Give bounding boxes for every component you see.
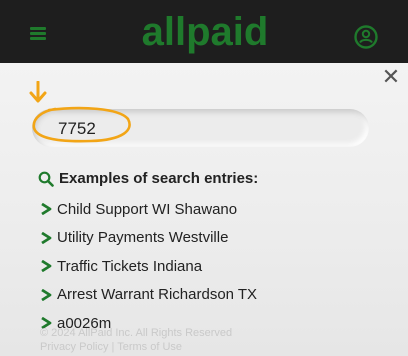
example-item-label: Traffic Tickets Indiana xyxy=(57,257,203,275)
svg-text:allpaid: allpaid xyxy=(142,10,269,54)
example-item-arrest-warrant[interactable]: Arrest Warrant Richardson TX xyxy=(40,281,257,310)
allpaid-logo[interactable]: allpaid xyxy=(95,5,315,57)
footer-line-1: © 2024 AllPaid Inc. All Rights Reserved xyxy=(40,327,233,339)
example-item-utility-payments[interactable]: Utility Payments Westville xyxy=(40,224,257,253)
search-panel: ✕ Examples of search entries: Child Supp… xyxy=(0,63,408,356)
arrow-down-annotation-icon xyxy=(29,81,47,103)
footer-copyright: © 2024 AllPaid Inc. All Rights Reserved … xyxy=(40,326,380,354)
top-navigation-bar: allpaid xyxy=(0,0,408,63)
chevron-right-icon xyxy=(41,231,52,244)
examples-heading-text: Examples of search entries: xyxy=(59,170,259,187)
highlight-circle-annotation xyxy=(32,106,131,143)
chevron-right-icon xyxy=(41,288,52,301)
hamburger-menu-icon[interactable] xyxy=(30,27,46,40)
example-item-label: Utility Payments Westville xyxy=(57,229,229,247)
example-item-label: Arrest Warrant Richardson TX xyxy=(57,286,258,304)
close-button[interactable]: ✕ xyxy=(381,66,401,88)
example-list: Child Support WI Shawano Utility Payment… xyxy=(40,195,257,338)
example-item-child-support[interactable]: Child Support WI Shawano xyxy=(40,195,257,224)
footer-line-2: Privacy Policy | Terms of Use xyxy=(40,341,183,353)
user-account-icon[interactable] xyxy=(354,25,378,49)
chevron-right-icon xyxy=(41,260,52,273)
chevron-right-icon xyxy=(41,203,52,216)
example-item-label: Child Support WI Shawano xyxy=(57,200,238,218)
search-icon xyxy=(38,171,54,187)
examples-heading: Examples of search entries: xyxy=(38,170,258,187)
example-item-traffic-tickets[interactable]: Traffic Tickets Indiana xyxy=(40,252,257,281)
